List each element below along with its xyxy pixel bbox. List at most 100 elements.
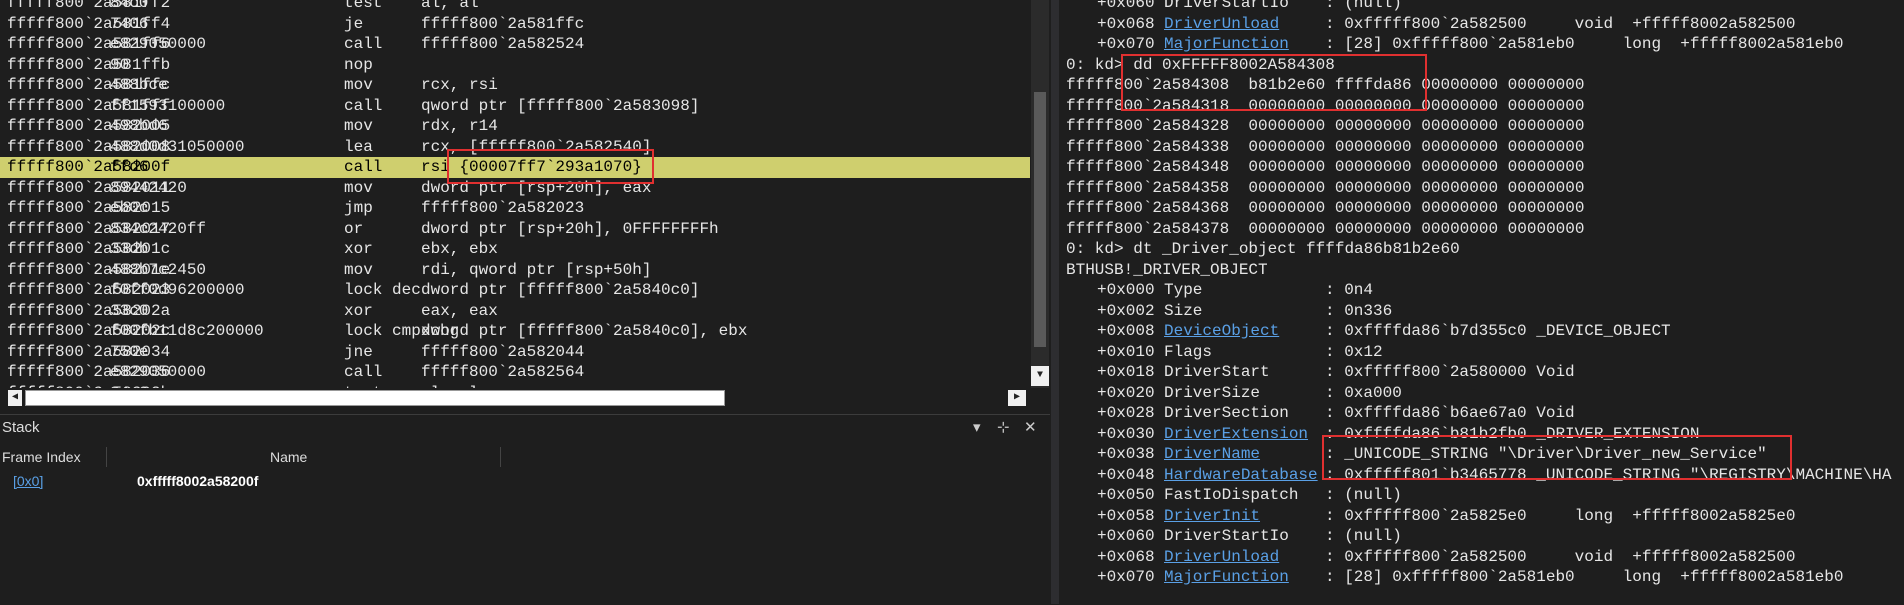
disassembly-row[interactable]: fffff800`2a581ffb 90 nop — [0, 55, 1030, 76]
struct-field-row: +0x028 DriverSection: 0xffffda86`b6ae67a0… — [1059, 403, 1904, 424]
instruction-bytes: 7406 — [110, 14, 149, 33]
field-offset: +0x048 — [1097, 465, 1155, 484]
column-frame-index[interactable]: Frame Index — [2, 449, 81, 465]
instruction-mnemonic: test — [344, 0, 383, 12]
dd-command-row: 0: kd> dd 0xFFFFF8002A584308 — [1059, 55, 1904, 76]
field-name-link[interactable]: MajorFunction — [1164, 567, 1289, 588]
field-name-link[interactable]: DriverUnload — [1164, 547, 1279, 568]
disassembly-row[interactable]: fffff800`2a58202c f00fb11d8c200000 lock cm… — [0, 321, 1030, 342]
field-value: : (null) — [1325, 486, 1402, 504]
struct-field-row: +0x068 DriverUnload: 0xfffff800`2a582500 … — [1059, 14, 1904, 35]
scroll-left-arrow-icon[interactable]: ◀ — [8, 390, 22, 406]
field-offset: +0x068 — [1097, 14, 1155, 33]
struct-field-row: +0x010 Flags: 0x12 — [1059, 342, 1904, 363]
field-offset: +0x070 — [1097, 35, 1155, 53]
disassembly-pane: fffff800`2a581ff2 84c0 test al, al fffff800`… — [0, 0, 1030, 388]
field-name-link[interactable]: HardwareDatabase — [1164, 465, 1318, 486]
command-output-pane: +0x060 DriverStartIo: (null) +0x068 DriverU… — [1059, 0, 1904, 604]
field-name-link[interactable]: DeviceObject — [1164, 321, 1279, 342]
instruction-mnemonic: jne — [344, 342, 373, 361]
field-value: : 0xfffff801`b3465778 _UNICODE_STRING "\… — [1325, 465, 1892, 484]
instruction-operand: fffff800`2a582524 — [421, 35, 585, 53]
field-offset: +0x030 — [1097, 424, 1155, 443]
field-name: DriverSize — [1164, 383, 1261, 402]
disassembly-row[interactable]: fffff800`2a581ff4 7406 je fffff800`2a581ffc — [0, 14, 1030, 35]
instruction-mnemonic: call — [344, 363, 383, 381]
instruction-operand: ebx, ebx — [421, 240, 498, 258]
field-name-link[interactable]: MajorFunction — [1164, 34, 1289, 55]
memory-dump-line-row: fffff800`2a584368 00000000 00000000 0000… — [1059, 198, 1904, 219]
disassembly-row[interactable]: fffff800`2a582034 750e jne fffff800`2a58204… — [0, 342, 1030, 363]
disassembly-row[interactable]: fffff800`2a582011 89442420 mov dword ptr [r… — [0, 178, 1030, 199]
pin-icon[interactable]: ⊹ — [997, 418, 1010, 436]
close-icon[interactable]: ✕ — [1024, 418, 1037, 436]
memory-dump-line: fffff800`2a584358 00000000 00000000 0000… — [1066, 178, 1585, 197]
disassembly-row[interactable]: fffff800`2a582015 eb0c jmp fffff800`2a58202… — [0, 198, 1030, 219]
memory-dump-line-row: fffff800`2a584378 00000000 00000000 0000… — [1059, 219, 1904, 240]
scroll-right-arrow-icon[interactable]: ▶ — [1008, 390, 1026, 406]
field-value: : _UNICODE_STRING "\Driver\Driver_new_Se… — [1325, 445, 1767, 463]
scrollbar-thumb[interactable] — [1034, 92, 1046, 347]
disassembly-row[interactable]: fffff800`2a58202a 33c0 xor eax, eax — [0, 301, 1030, 322]
disassembly-row[interactable]: fffff800`2a582036 e829050000 call fffff800`… — [0, 362, 1030, 383]
memory-dump-line: fffff800`2a584308 b81b2e60 ffffda86 0000… — [1066, 76, 1585, 94]
scroll-down-arrow-icon[interactable]: ▼ — [1031, 366, 1049, 386]
instruction-operand: qword ptr [fffff800`2a583098] — [421, 96, 700, 115]
field-name-link[interactable]: DriverExtension — [1164, 424, 1308, 445]
disassembly-row[interactable]: fffff800`2a581fff ff1593100000 call qword p… — [0, 96, 1030, 117]
instruction-mnemonic: or — [344, 219, 364, 238]
current-instruction-row[interactable]: fffff800`2a58200f ffd6 call rsi {00007ff7`2… — [0, 157, 1030, 178]
instruction-operand: al, al — [421, 0, 479, 12]
struct-field-row: +0x060 DriverStartIo: (null) — [1059, 526, 1904, 547]
instruction-mnemonic: xor — [344, 301, 373, 320]
disassembly-row[interactable]: fffff800`2a581ff6 e829050000 call fffff800`… — [0, 34, 1030, 55]
field-name: DriverStart — [1164, 363, 1270, 381]
command-output-rows: +0x060 DriverStartIo: (null) +0x068 DriverU… — [1059, 0, 1904, 588]
disassembly-row[interactable]: fffff800`2a582005 498bd6 mov rdx, r14 — [0, 116, 1030, 137]
instruction-operand: dword ptr [rsp+20h], 0FFFFFFFFh — [421, 219, 719, 238]
disassembly-row[interactable]: fffff800`2a58201e 488b7c2450 mov rdi, qword… — [0, 260, 1030, 281]
stack-column-header: Frame Index Name — [0, 447, 1050, 467]
field-offset: +0x008 — [1097, 322, 1155, 340]
disassembly-row[interactable]: fffff800`2a58201c 33db xor ebx, ebx — [0, 239, 1030, 260]
field-offset: +0x020 — [1097, 383, 1155, 402]
instruction-bytes: 90 — [110, 55, 130, 74]
instruction-mnemonic: lea — [344, 137, 373, 156]
frame-index-link[interactable]: [0x0] — [13, 473, 43, 489]
field-value: : 0x12 — [1325, 342, 1383, 361]
dropdown-icon[interactable]: ▾ — [973, 418, 981, 436]
disassembly-row[interactable]: fffff800`2a582008 488d0d31050000 lea rcx, [… — [0, 137, 1030, 158]
instruction-bytes: 488bce — [110, 76, 168, 94]
field-name-link[interactable]: DriverName — [1164, 444, 1260, 465]
instruction-operand: rcx, rsi — [421, 76, 498, 94]
disassembly-vertical-scrollbar[interactable] — [1031, 0, 1049, 388]
dt-command-row: 0: kd> dt _Driver_object ffffda86b81b2e6… — [1059, 239, 1904, 260]
field-offset: +0x068 — [1097, 547, 1155, 566]
field-name: Flags — [1164, 342, 1213, 361]
instruction-mnemonic: mov — [344, 117, 373, 135]
instruction-bytes: e829050000 — [110, 35, 207, 53]
field-name-link[interactable]: DriverUnload — [1164, 14, 1279, 35]
instruction-bytes: 488d0d31050000 — [110, 137, 245, 156]
field-value: : [28] 0xfffff800`2a581eb0 long +fffff80… — [1325, 35, 1844, 53]
struct-field-row: +0x000 Type: 0n4 — [1059, 280, 1904, 301]
instruction-mnemonic: nop — [344, 55, 373, 74]
disassembly-row[interactable]: fffff800`2a582017 834c2420ff or dword ptr [… — [0, 219, 1030, 240]
disassembly-row[interactable]: fffff800`2a581ffc 488bce mov rcx, rsi — [0, 75, 1030, 96]
pane-splitter[interactable] — [1051, 0, 1059, 604]
instruction-operand: eax, eax — [421, 301, 498, 320]
field-name: Type — [1164, 281, 1203, 299]
struct-field-row: +0x050 FastIoDispatch: (null) — [1059, 485, 1904, 506]
disassembly-row[interactable]: fffff800`2a581ff2 84c0 test al, al — [0, 0, 1030, 14]
instruction-mnemonic: je — [344, 14, 364, 33]
horizontal-scrollbar-thumb[interactable] — [25, 390, 725, 406]
instruction-mnemonic: mov — [344, 76, 373, 94]
instruction-operand: rsi {00007ff7`293a1070} — [421, 158, 642, 176]
column-name[interactable]: Name — [270, 449, 307, 465]
field-name: DriverSection — [1164, 404, 1289, 422]
memory-dump-line: fffff800`2a584348 00000000 00000000 0000… — [1066, 158, 1585, 176]
instruction-mnemonic: mov — [344, 260, 373, 279]
field-name-link[interactable]: DriverInit — [1164, 506, 1260, 527]
dt-command: 0: kd> dt _Driver_object ffffda86b81b2e6… — [1066, 240, 1460, 258]
disassembly-row[interactable]: fffff800`2a582023 f0ff0d96200000 lock dec d… — [0, 280, 1030, 301]
